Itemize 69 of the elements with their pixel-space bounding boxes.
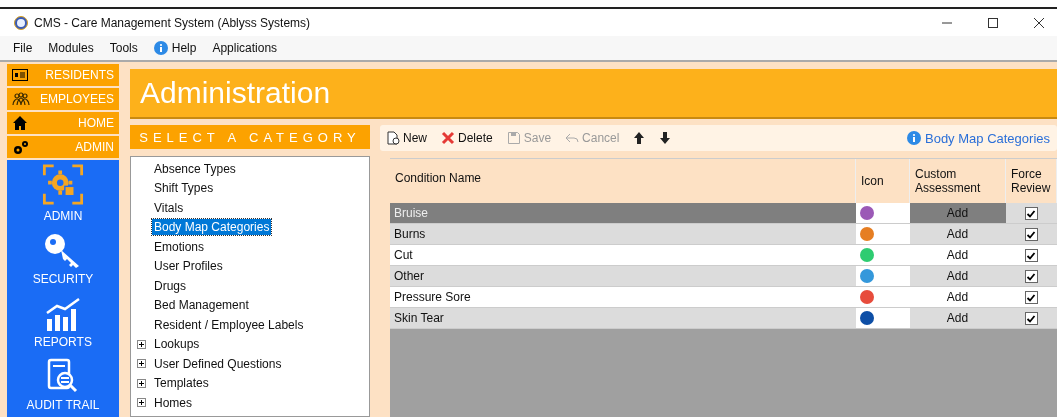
document-search-icon xyxy=(47,358,79,394)
tree-item[interactable]: Bed Management xyxy=(152,297,251,314)
expand-icon[interactable] xyxy=(137,378,146,388)
tree-item[interactable]: Homes xyxy=(152,394,194,411)
menu-item[interactable]: File xyxy=(13,41,33,55)
help-link[interactable]: Body Map Categories xyxy=(907,130,1057,146)
tree-item[interactable]: User Profiles xyxy=(152,258,225,275)
checkbox[interactable] xyxy=(1024,249,1038,263)
maximize-icon[interactable] xyxy=(987,16,999,29)
module-button[interactable]: ADMIN xyxy=(41,164,85,227)
app-logo-icon xyxy=(14,15,28,30)
column-header[interactable]: Custom Assessment xyxy=(909,159,1006,203)
menu-item[interactable]: Help xyxy=(153,41,197,55)
column-header[interactable]: Icon xyxy=(855,159,910,203)
menu-item[interactable]: Tools xyxy=(109,41,138,55)
table-cell[interactable]: Other xyxy=(390,265,856,287)
toolbar-button[interactable] xyxy=(659,131,672,145)
add-link[interactable]: Add xyxy=(909,203,1006,224)
checkbox[interactable] xyxy=(1024,270,1038,284)
toolbar-button[interactable]: Delete xyxy=(441,131,493,145)
checkbox[interactable] xyxy=(1024,291,1038,305)
table-cell[interactable]: Bruise xyxy=(390,203,856,224)
tree-item[interactable]: Body Map Categories xyxy=(152,219,272,236)
tree-item[interactable]: Resident / Employee Labels xyxy=(152,316,306,333)
table-cell[interactable]: Cut xyxy=(390,244,856,266)
id-card-icon xyxy=(12,69,28,81)
module-button[interactable]: AUDIT TRAIL xyxy=(26,353,100,416)
toolbar-button[interactable] xyxy=(633,131,646,145)
table-cell[interactable]: Burns xyxy=(390,223,856,245)
tree-item[interactable]: Templates xyxy=(152,375,211,392)
expand-icon[interactable] xyxy=(137,359,146,369)
column-header[interactable]: Force Review xyxy=(1005,159,1057,203)
tree-item[interactable]: Lookups xyxy=(152,336,202,353)
tree-item[interactable]: Shift Types xyxy=(152,180,216,197)
module-button[interactable]: SECURITY xyxy=(32,227,94,290)
checkbox[interactable] xyxy=(1024,207,1038,221)
expand-icon[interactable] xyxy=(137,398,146,408)
close-icon[interactable] xyxy=(1033,16,1045,29)
menu-item[interactable]: Applications xyxy=(212,41,278,55)
tree-item[interactable]: Absence Types xyxy=(152,160,238,177)
page-header: Administration xyxy=(130,69,1057,117)
checkbox[interactable] xyxy=(1024,228,1038,242)
gears-icon xyxy=(12,139,30,155)
table-cell[interactable]: Pressure Sore xyxy=(390,286,856,308)
column-header[interactable]: Condition Name xyxy=(390,159,856,203)
toolbar-button[interactable]: New xyxy=(386,131,427,145)
arrow-up-icon xyxy=(633,131,646,145)
arrow-down-icon xyxy=(659,131,672,145)
new-document-icon xyxy=(386,131,400,145)
category-header: SELECT A CATEGORY xyxy=(130,125,370,149)
tree-item[interactable]: Emotions xyxy=(152,238,207,255)
delete-icon xyxy=(441,131,455,145)
tree-item[interactable]: User Defined Questions xyxy=(152,355,284,372)
save-icon xyxy=(506,131,521,145)
info-icon xyxy=(153,41,168,55)
people-icon xyxy=(12,92,30,106)
table-cell[interactable]: Skin Tear xyxy=(390,307,856,329)
menu-item[interactable]: Modules xyxy=(48,41,94,55)
module-button[interactable]: REPORTS xyxy=(34,290,92,353)
bar-chart-icon xyxy=(45,297,81,331)
tree-item[interactable]: Vitals xyxy=(152,199,186,216)
house-icon xyxy=(12,115,28,131)
expand-icon[interactable] xyxy=(137,339,146,349)
undo-icon xyxy=(565,131,580,145)
window-title: CMS - Care Management System (Ablyss Systems) xyxy=(34,15,311,30)
tree-item[interactable]: Drugs xyxy=(152,277,188,294)
admin-gear-icon xyxy=(41,164,85,205)
info-icon xyxy=(907,131,921,145)
checkbox[interactable] xyxy=(1024,312,1038,326)
